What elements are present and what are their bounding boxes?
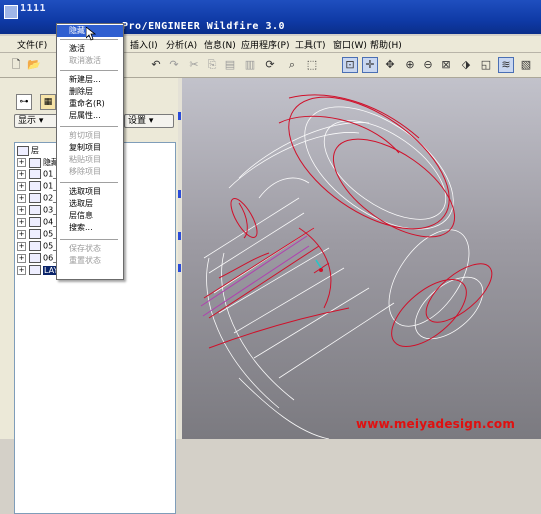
paste-special-icon[interactable]: ▥ (242, 57, 258, 73)
window-title-right: Pro/ENGINEER Wildfire 3.0 (122, 21, 286, 32)
menu-item-remove-items[interactable]: 移除项目 (57, 166, 123, 178)
spin-center-icon[interactable]: ✛ (362, 57, 378, 73)
layer-icon (29, 253, 41, 263)
context-menu: 隐藏 激活 取消激活 新建层... 删除层 重命名(R) 层属性... 剪切项目… (56, 23, 124, 280)
open-file-icon[interactable]: 📂 (26, 57, 42, 73)
menu-item-new-layer[interactable]: 新建层... (57, 74, 123, 86)
window-title-left: 1111 (20, 3, 47, 14)
menu-item-reset-status[interactable]: 重置状态 (57, 255, 123, 267)
sash-marker (178, 112, 181, 120)
menu-analysis[interactable]: 分析(A) (166, 38, 197, 51)
refit-icon[interactable]: ⊠ (438, 57, 454, 73)
menu-separator (60, 239, 118, 240)
menu-item-select-items[interactable]: 选取项目 (57, 186, 123, 198)
saved-views-icon[interactable]: ◱ (478, 57, 494, 73)
tree-item[interactable]: +06_ (17, 253, 57, 264)
menu-item-save-status[interactable]: 保存状态 (57, 243, 123, 255)
tree-item[interactable]: + 隐藏 (17, 157, 59, 168)
layer-icon (29, 169, 41, 179)
menu-separator (60, 70, 118, 71)
sash-marker (178, 190, 181, 198)
layer-icon (29, 181, 41, 191)
menu-item-rename[interactable]: 重命名(R) (57, 98, 123, 110)
expand-icon[interactable]: + (17, 205, 26, 215)
expand-icon[interactable]: + (17, 181, 26, 191)
selection-point (319, 268, 323, 272)
expand-icon[interactable]: + (17, 253, 26, 263)
expand-icon[interactable]: + (17, 193, 26, 203)
layer-icon (29, 217, 41, 227)
expand-icon[interactable]: + (17, 229, 26, 239)
reorient-icon[interactable]: ⬗ (458, 57, 474, 73)
menu-item-layer-properties[interactable]: 层属性... (57, 110, 123, 122)
layer-icon (29, 205, 41, 215)
layer-icon (29, 193, 41, 203)
layer-icon (29, 157, 41, 168)
menu-tools[interactable]: 工具(T) (295, 38, 326, 51)
menu-window[interactable]: 窗口(W) (333, 38, 367, 51)
folder-browser-tab[interactable]: ▦ (40, 94, 56, 110)
tree-root[interactable]: 层 (17, 145, 39, 156)
layer-root-icon (17, 145, 29, 156)
tree-root-label: 层 (31, 146, 39, 155)
settings-dropdown[interactable]: 设置 ▾ (124, 114, 174, 128)
tree-item[interactable]: +03_ (17, 205, 57, 216)
menu-insert[interactable]: 插入(I) (130, 38, 158, 51)
layer-icon (29, 265, 41, 275)
copy-icon[interactable]: ⎘ (204, 57, 220, 73)
menu-item-layer-info[interactable]: 层信息 (57, 210, 123, 222)
undo-icon[interactable]: ↶ (148, 57, 164, 73)
graphics-viewport[interactable] (179, 78, 541, 439)
menu-file[interactable]: 文件(F) (17, 38, 47, 51)
menu-item-copy-items[interactable]: 复制项目 (57, 142, 123, 154)
menu-item-search[interactable]: 搜索... (57, 222, 123, 234)
orient-icon[interactable]: ✥ (382, 57, 398, 73)
redo-icon[interactable]: ↷ (166, 57, 182, 73)
menu-item-cut-items[interactable]: 剪切项目 (57, 130, 123, 142)
menu-item-deactivate[interactable]: 取消激活 (57, 55, 123, 67)
sash-marker (178, 232, 181, 240)
repaint-icon[interactable]: ▧ (518, 57, 534, 73)
expand-icon[interactable]: + (17, 169, 26, 179)
regenerate-icon[interactable]: ⟳ (262, 57, 278, 73)
settings-label: 设置 (128, 116, 147, 126)
layer-icon (29, 241, 41, 251)
select-box-icon[interactable]: ⬚ (304, 57, 320, 73)
menu-help[interactable]: 帮助(H) (370, 38, 402, 51)
menu-item-paste-items[interactable]: 粘贴项目 (57, 154, 123, 166)
menu-applications[interactable]: 应用程序(P) (241, 38, 289, 51)
cut-icon[interactable]: ✂ (186, 57, 202, 73)
zoom-in-icon[interactable]: ⊕ (402, 57, 418, 73)
find-icon[interactable]: ⌕ (284, 57, 300, 73)
menu-info[interactable]: 信息(N) (204, 38, 236, 51)
panel-sash[interactable] (178, 78, 182, 439)
expand-icon[interactable]: + (17, 241, 26, 251)
layers-icon[interactable]: ≋ (498, 57, 514, 73)
show-label: 显示 (18, 116, 37, 126)
menu-item-select-layer[interactable]: 选取层 (57, 198, 123, 210)
tree-item[interactable]: +02_ (17, 193, 57, 204)
tree-item-selected[interactable]: + LAY (17, 265, 60, 276)
layer-icon (29, 229, 41, 239)
menu-item-activate[interactable]: 激活 (57, 43, 123, 55)
datum-display-icon[interactable]: ⊡ (342, 57, 358, 73)
expand-icon[interactable]: + (17, 217, 26, 227)
watermark-text: www.meiyadesign.com (356, 417, 516, 431)
zoom-out-icon[interactable]: ⊖ (420, 57, 436, 73)
model-wireframe (200, 94, 493, 439)
paste-icon[interactable]: ▤ (222, 57, 238, 73)
expand-icon[interactable]: + (17, 265, 26, 275)
new-file-icon[interactable]: 🗋 (8, 57, 24, 73)
expand-icon[interactable]: + (17, 158, 26, 167)
menu-item-delete-layer[interactable]: 删除层 (57, 86, 123, 98)
sash-marker (178, 264, 181, 272)
menu-separator (60, 182, 118, 183)
app-icon (4, 5, 18, 19)
mouse-cursor-icon (86, 27, 96, 41)
menu-separator (60, 126, 118, 127)
model-tree-tab[interactable]: ⊶ (16, 94, 32, 110)
